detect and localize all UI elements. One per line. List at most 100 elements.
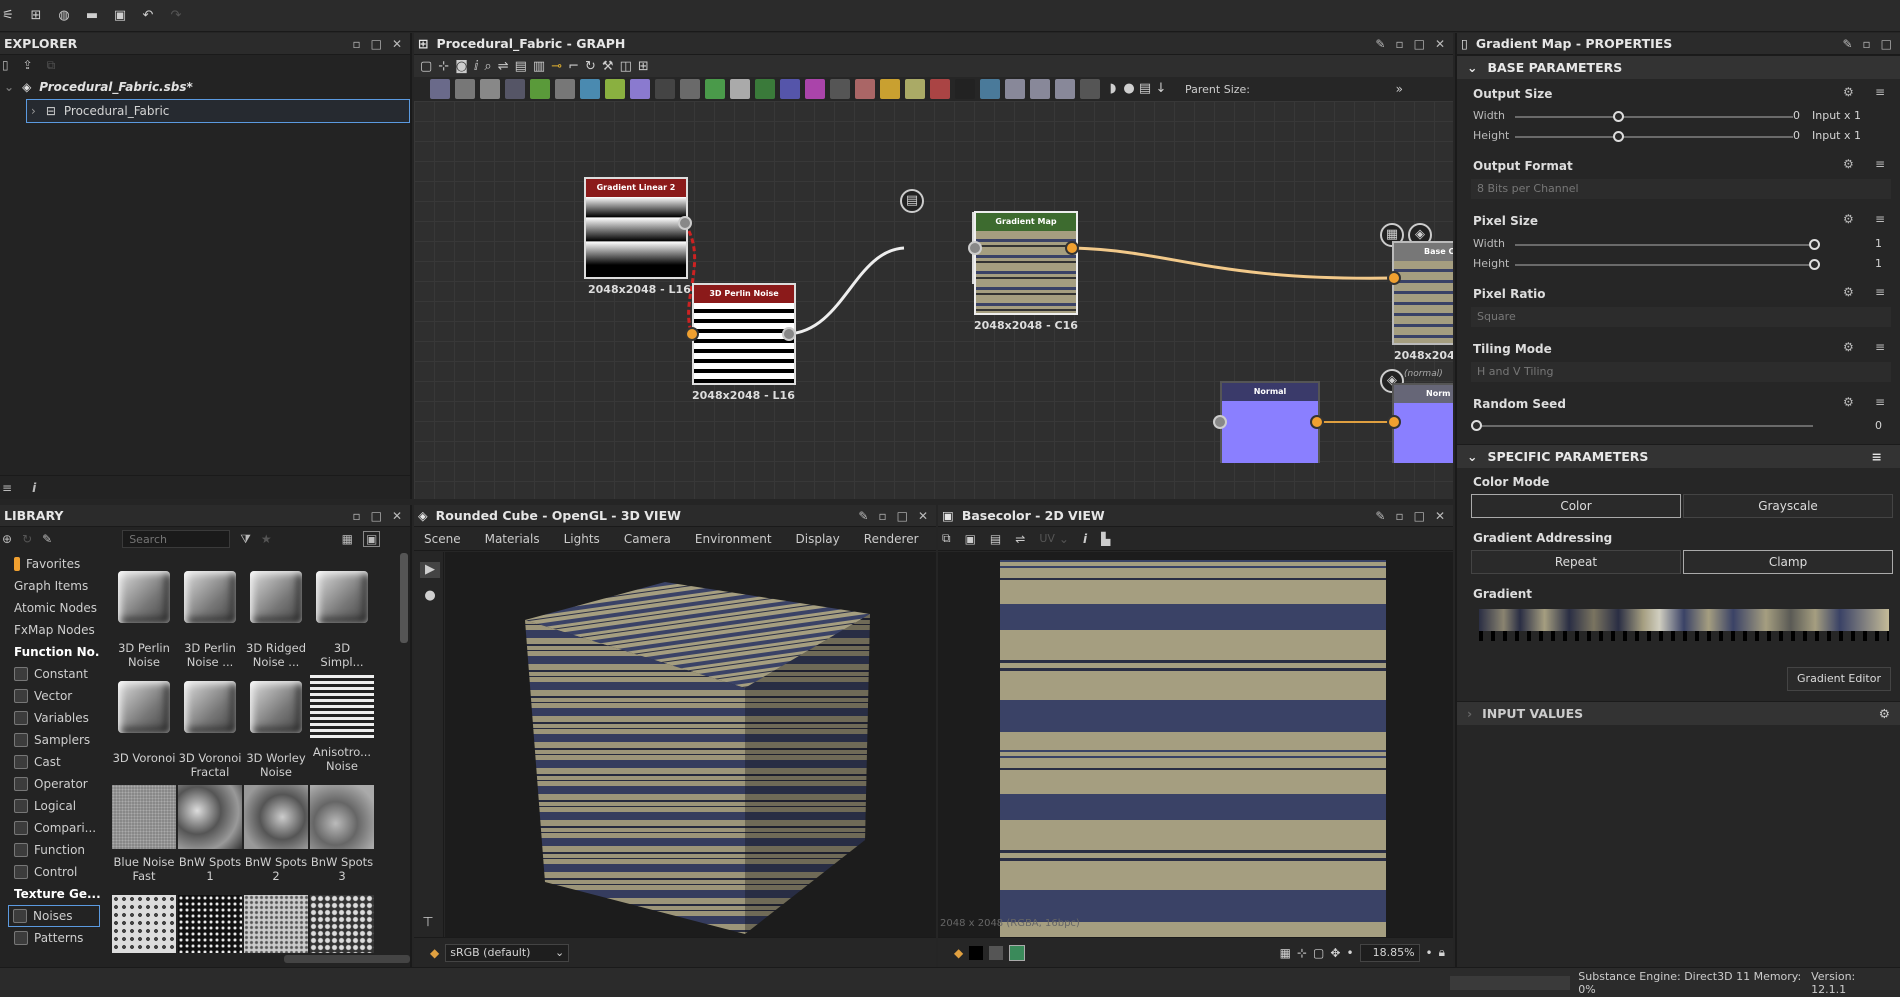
list-icon[interactable]: ≡ <box>2 481 12 495</box>
nail-icon[interactable]: ↓ <box>1153 81 1169 97</box>
layers-icon[interactable]: ◆ <box>954 946 963 960</box>
maximize-icon[interactable]: □ <box>371 37 382 51</box>
node-icon[interactable] <box>705 79 725 99</box>
pixel-height-slider[interactable] <box>1515 264 1815 266</box>
link-icon[interactable]: ⊸ <box>551 59 562 74</box>
seed-value[interactable]: 0 <box>1875 419 1882 432</box>
library-item[interactable] <box>310 895 374 953</box>
node-icon[interactable] <box>880 79 900 99</box>
add-icon[interactable]: ⊕ <box>2 532 12 546</box>
float-icon[interactable]: ▫ <box>1395 37 1403 51</box>
library-item[interactable]: BnW Spots 2 <box>244 785 308 883</box>
save-icon[interactable]: ▣ <box>965 532 976 546</box>
chevron-down-icon[interactable]: ⌄ <box>1059 532 1069 546</box>
link-icon[interactable]: ⚙ <box>1843 157 1854 171</box>
category-control[interactable]: Control <box>0 861 100 883</box>
category-noises[interactable]: Noises <box>8 905 100 927</box>
share-icon[interactable]: ⇪ <box>23 58 33 72</box>
output-port[interactable] <box>1310 415 1324 429</box>
specific-parameters-header[interactable]: ⌄ SPECIFIC PARAMETERS ≡ <box>1457 444 1900 468</box>
pin-icon[interactable]: ● <box>1121 81 1137 97</box>
star-icon[interactable]: ★ <box>261 532 272 546</box>
addressing-clamp-button[interactable]: Clamp <box>1683 550 1893 574</box>
maximize-icon[interactable]: □ <box>897 509 908 523</box>
graph-row[interactable]: › ⊟ Procedural_Fabric <box>26 99 410 123</box>
pencil-icon[interactable]: ✎ <box>42 532 52 546</box>
gradient-stops[interactable] <box>1479 631 1889 641</box>
category-graph-items[interactable]: Graph Items <box>0 575 100 597</box>
tiling-icon[interactable]: ⊹ <box>1297 946 1307 960</box>
node-gradient-map[interactable]: Gradient Map <box>974 211 1078 315</box>
library-item[interactable]: 3D Voronoi <box>112 675 176 765</box>
node-icon[interactable] <box>530 79 550 99</box>
frame-icon[interactable]: ▢ <box>420 59 432 74</box>
pixel-width-slider[interactable] <box>1515 244 1815 246</box>
input-port[interactable] <box>1213 415 1227 429</box>
node-normal[interactable]: Normal <box>1220 381 1320 463</box>
float-icon[interactable]: ▫ <box>1395 509 1403 523</box>
node-icon[interactable] <box>555 79 575 99</box>
search-input[interactable] <box>122 530 231 548</box>
node-icon[interactable] <box>1055 79 1075 99</box>
input-port[interactable] <box>1387 271 1401 285</box>
frame-icon[interactable]: ▢ <box>1313 946 1324 960</box>
node-icon[interactable] <box>930 79 950 99</box>
checker-swatch-icon[interactable] <box>1009 944 1026 961</box>
category-variables[interactable]: Variables <box>0 707 100 729</box>
package-row[interactable]: ⌄ ◈ Procedural_Fabric.sbs* <box>0 75 410 99</box>
category-texture-generators[interactable]: Texture Ge... <box>0 883 100 905</box>
category-favorites[interactable]: Favorites <box>0 553 100 575</box>
maximize-icon[interactable]: □ <box>1414 37 1425 51</box>
share-icon[interactable]: ⇌ <box>1015 532 1025 546</box>
node-icon[interactable] <box>955 79 975 99</box>
pin-icon[interactable]: ✎ <box>1842 37 1852 51</box>
grid-view-icon[interactable]: ▦ <box>342 532 353 546</box>
close-icon[interactable]: ✕ <box>392 509 402 523</box>
width-value[interactable]: 0 <box>1793 109 1800 122</box>
zoom-icon[interactable]: ⌕ <box>484 59 491 74</box>
library-item[interactable]: BnW Spots 1 <box>178 785 242 883</box>
pixel-height-value[interactable]: 1 <box>1875 257 1882 270</box>
menu-icon[interactable]: ≡ <box>1875 85 1885 99</box>
undo-icon[interactable]: ↶ <box>140 8 156 24</box>
pixel-width-knob[interactable] <box>1809 239 1820 250</box>
link-icon[interactable]: ⧉ <box>47 58 56 73</box>
tool-icon[interactable]: ⚒ <box>602 59 614 74</box>
node-icon[interactable] <box>630 79 650 99</box>
list-icon[interactable]: ▥ <box>533 59 545 74</box>
category-operator[interactable]: Operator <box>0 773 100 795</box>
node-icon[interactable] <box>1080 79 1100 99</box>
menu-icon[interactable]: ≡ <box>1875 212 1885 226</box>
node-icon[interactable] <box>980 79 1000 99</box>
menu-icon[interactable]: ≡ <box>1875 157 1885 171</box>
node-icon[interactable] <box>455 79 475 99</box>
layout-icon[interactable]: ▤ <box>515 59 527 74</box>
category-patterns[interactable]: Patterns <box>0 927 100 949</box>
zoom-input[interactable]: 18.85% <box>1359 943 1420 962</box>
horizontal-scrollbar[interactable] <box>284 955 410 963</box>
tiling-mode-dropdown[interactable]: H and V Tiling <box>1471 362 1891 382</box>
view3d-viewport[interactable] <box>445 552 936 937</box>
library-scrollbar[interactable] <box>400 553 408 643</box>
node-icon[interactable] <box>480 79 500 99</box>
link-icon[interactable]: ⚙ <box>1843 395 1854 409</box>
category-logical[interactable]: Logical <box>0 795 100 817</box>
node-icon[interactable] <box>855 79 875 99</box>
hierarchy-icon[interactable]: ⊤ <box>420 915 436 931</box>
input-port[interactable] <box>685 327 699 341</box>
redo-icon[interactable]: ↷ <box>168 8 184 24</box>
refresh-icon[interactable]: ↻ <box>22 532 32 546</box>
grid-icon[interactable]: ⊞ <box>638 59 649 74</box>
pin-icon[interactable]: ✎ <box>858 509 868 523</box>
pixel-width-value[interactable]: 1 <box>1875 237 1882 250</box>
category-function[interactable]: Function <box>0 839 100 861</box>
node-icon[interactable] <box>1005 79 1025 99</box>
refresh-icon[interactable]: ↻ <box>585 59 596 74</box>
library-item[interactable] <box>112 895 176 953</box>
new-file-icon[interactable]: ▯ <box>2 58 9 72</box>
input-values-header[interactable]: › INPUT VALUES ⚙ <box>1457 701 1900 725</box>
layers-icon[interactable]: ◆ <box>430 946 439 960</box>
seed-slider-knob[interactable] <box>1471 420 1482 431</box>
close-icon[interactable]: ✕ <box>1435 37 1445 51</box>
color-mode-color-button[interactable]: Color <box>1471 494 1681 518</box>
